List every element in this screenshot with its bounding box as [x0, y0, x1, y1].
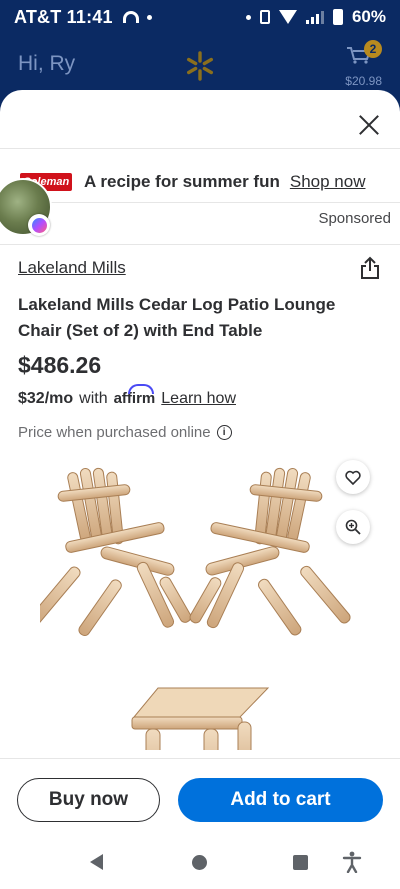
notification-dot-icon: [146, 14, 152, 20]
product-sheet: Coleman A recipe for summer fun Shop now…: [0, 90, 400, 889]
spark-icon[interactable]: [184, 50, 216, 82]
accessibility-icon[interactable]: [342, 851, 362, 873]
monthly-with: with: [79, 390, 108, 407]
notification-dot-icon: [245, 14, 251, 20]
status-left-icons: [122, 11, 152, 23]
info-icon[interactable]: i: [216, 425, 232, 440]
product-title: Lakeland Mills Cedar Log Patio Lounge Ch…: [18, 295, 336, 340]
cell-signal-icon: [305, 10, 324, 24]
heart-icon[interactable]: [336, 460, 370, 494]
add-to-cart-button[interactable]: Add to cart: [178, 778, 383, 822]
cart-total: $20.98: [345, 74, 382, 88]
vibrate-icon: [259, 10, 270, 24]
system-nav-bar: [0, 838, 400, 889]
close-icon[interactable]: [358, 114, 380, 136]
monthly-amount: $32/mo: [18, 390, 74, 407]
sponsored-label: Sponsored: [318, 210, 391, 227]
divider: [0, 758, 400, 759]
status-bar: AT&T 11:41 60%: [0, 0, 400, 34]
back-nav-icon[interactable]: [90, 854, 103, 870]
product-price: $486.26: [18, 352, 102, 378]
wifi-icon: [122, 11, 139, 23]
carrier-time: AT&T 11:41: [14, 6, 113, 27]
buy-now-button[interactable]: Buy now: [17, 778, 160, 822]
cart-count-badge: 2: [364, 40, 382, 58]
learn-how-link[interactable]: Learn how: [161, 390, 236, 408]
greeting[interactable]: Hi, Ry: [18, 52, 75, 76]
ad-banner[interactable]: Coleman A recipe for summer fun Shop now: [0, 162, 400, 202]
battery-icon: [332, 9, 343, 25]
home-nav-icon[interactable]: [192, 855, 207, 870]
divider: [0, 202, 400, 203]
ad-headline: A recipe for summer fun: [84, 172, 280, 191]
divider: [0, 244, 400, 245]
recents-nav-icon[interactable]: [293, 855, 308, 870]
divider: [0, 148, 400, 149]
wifi-signal-icon: [278, 10, 297, 24]
messenger-icon[interactable]: [28, 214, 50, 236]
brand-link[interactable]: Lakeland Mills: [18, 258, 126, 278]
battery-level: 60%: [351, 7, 386, 26]
shop-now-link[interactable]: Shop now: [290, 172, 366, 192]
affirm-financing: $32/mo with affirm Learn how: [18, 384, 236, 408]
price-note: Price when purchased online i: [18, 424, 232, 441]
zoom-icon[interactable]: [336, 510, 370, 544]
share-icon[interactable]: [360, 256, 380, 280]
affirm-logo: affirm: [114, 384, 155, 407]
status-right-icons: 60%: [245, 7, 386, 27]
product-image[interactable]: [40, 460, 360, 750]
price-note-text: Price when purchased online: [18, 424, 211, 441]
